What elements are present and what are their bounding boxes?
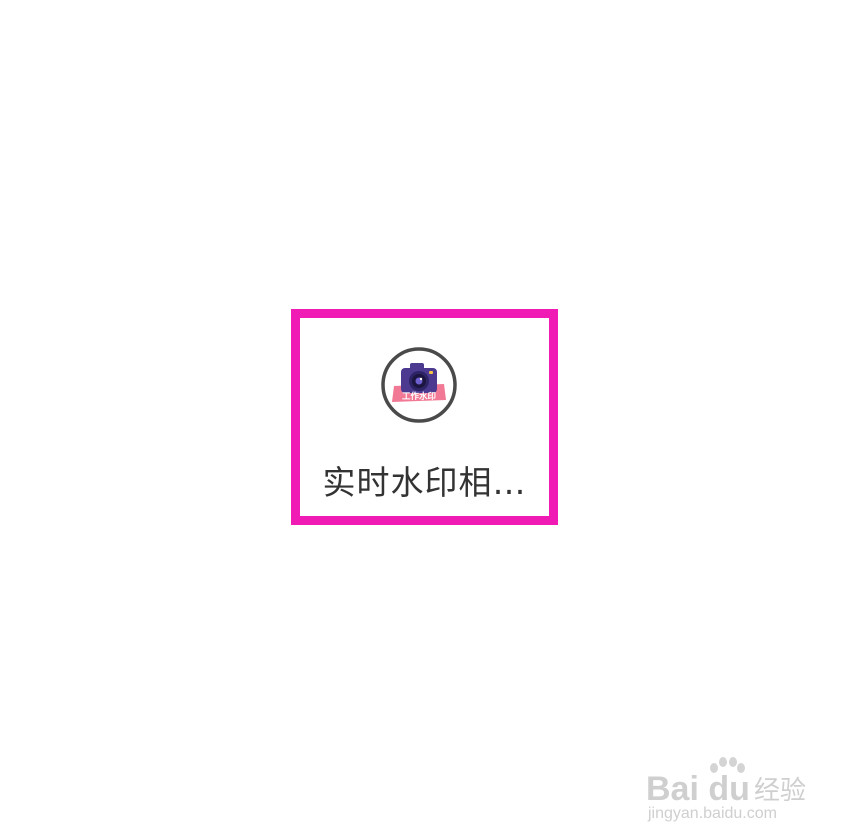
jingyan-logo-text: 经验	[754, 776, 807, 806]
screen: 工作水印 实时水印相… Bai du 经验 jingyan.baidu.com	[0, 0, 856, 836]
watermark-url: jingyan.baidu.com	[648, 805, 777, 822]
app-tile-realtime-watermark-camera[interactable]: 工作水印 实时水印相…	[300, 318, 549, 516]
baidu-jingyan-watermark: Bai du 经验 jingyan.baidu.com	[646, 756, 816, 822]
watermark-camera-app-icon: 工作水印	[381, 347, 457, 423]
icon-badge-text: 工作水印	[402, 391, 436, 402]
baidu-logo-text: Bai du	[646, 770, 750, 808]
app-label: 实时水印相…	[322, 463, 527, 502]
